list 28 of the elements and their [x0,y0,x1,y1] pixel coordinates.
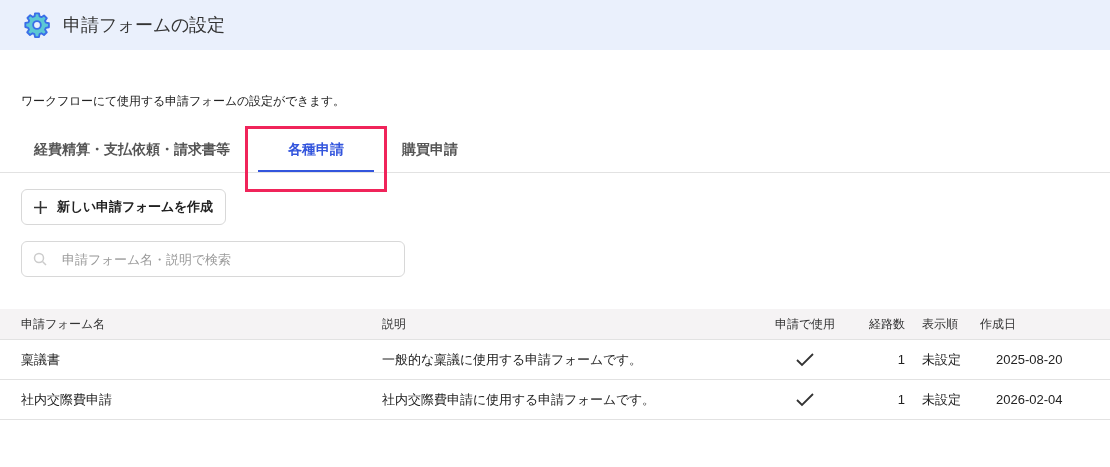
created-date: 2026-02-04 [995,390,1064,409]
route-count: 1 [897,390,905,409]
form-name: 社内交際費申請 [21,390,113,409]
create-form-button[interactable]: 新しい申請フォームを作成 [21,189,226,225]
description-text: ワークフローにて使用する申請フォームの設定ができます。 [21,93,346,109]
display-order: 未設定 [921,350,962,369]
tab[interactable]: 経費精算・支払依頼・請求書等 [34,136,230,172]
display-order: 未設定 [921,390,962,409]
tab[interactable]: 購買申請 [402,136,458,172]
form-description: 社内交際費申請に使用する申請フォームです。 [382,390,656,409]
created-date: 2025-08-20 [995,350,1064,369]
column-header: 作成日 [980,316,1017,333]
column-header: 表示順 [921,316,959,333]
column-header: 説明 [382,316,407,333]
column-header: 申請で使用 [775,316,835,333]
column-header: 経路数 [869,316,905,333]
search-field[interactable]: 申請フォーム名・説明で検索 [21,241,405,277]
route-count: 1 [897,350,905,369]
search-icon [33,252,47,266]
form-description: 一般的な稟議に使用する申請フォームです。 [382,350,643,369]
form-name: 稟議書 [21,350,61,369]
table-row[interactable]: 稟議書 一般的な稟議に使用する申請フォームです。 1 未設定 2025-08-20 [0,340,1110,380]
tab[interactable]: 各種申請 [258,136,374,172]
table-row[interactable]: 社内交際費申請 社内交際費申請に使用する申請フォームです。 1 未設定 2026-02-04 [0,380,1110,420]
column-header: 申請フォーム名 [21,316,106,333]
settings-icon [23,11,51,39]
plus-icon [34,200,47,214]
page-title: 申請フォームの設定 [63,13,225,37]
